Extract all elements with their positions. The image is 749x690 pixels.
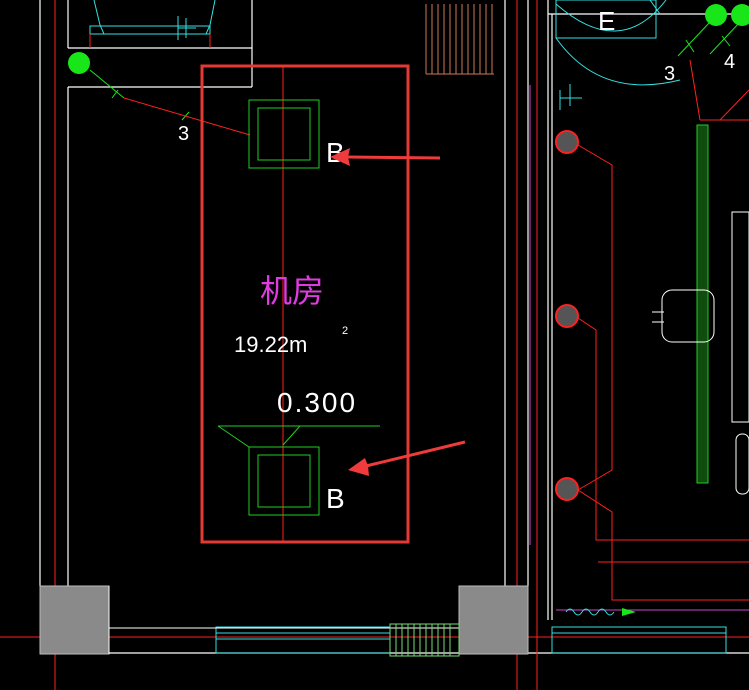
right-circuit-label-a: 3 [664,63,675,85]
column-bottom-right [458,585,529,655]
room-area: 19.22m [234,332,307,357]
east-green-trunk [696,124,709,484]
room-name: 机房 [260,273,324,309]
cad-drawing-canvas: 3 B B 机房 19.22m 2 0.300 E 3 4 [0,0,749,690]
east-door-tag: E [598,6,615,36]
east-fixture-2 [555,304,579,328]
east-fixture-1 [555,130,579,154]
green-node-left [68,52,90,74]
east-fixture-3 [555,477,579,501]
green-node-right-a [705,4,727,26]
floor-elevation: 0.300 [277,387,357,418]
arrow-top-shaft [347,155,441,160]
column-bottom-left [39,585,110,655]
left-circuit-label: 3 [178,123,189,145]
equipment-bottom-label: B [326,483,345,514]
room-area-unit-exponent: 2 [342,325,348,337]
right-circuit-label-b: 4 [724,51,735,73]
drawing-background [0,0,749,690]
